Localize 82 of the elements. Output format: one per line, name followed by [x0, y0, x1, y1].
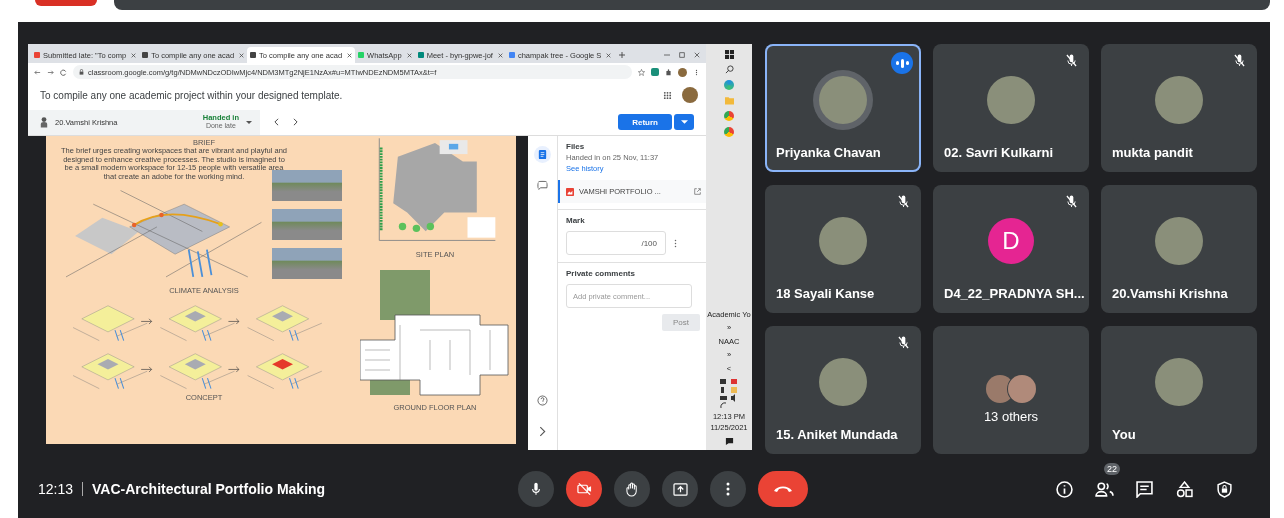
document-icon[interactable] [534, 146, 551, 163]
avatar-photo-placeholder [1155, 75, 1203, 124]
close-icon[interactable] [406, 52, 412, 58]
avatar-photo-placeholder [1155, 216, 1203, 265]
extension-icon[interactable] [651, 68, 659, 76]
participant-name: 15. Aniket Mundada [775, 427, 899, 444]
phone-icon [773, 484, 793, 494]
close-icon[interactable] [239, 52, 245, 58]
next-icon[interactable] [293, 118, 298, 126]
meeting-time: 12:13 [38, 481, 74, 497]
present-screen-icon [672, 482, 688, 496]
meeting-title: VAC-Architectural Portfolio Making [92, 481, 326, 497]
participant-name: 02. Savri Kulkarni [943, 145, 1055, 162]
close-icon[interactable] [131, 52, 137, 58]
caret-icon [680, 120, 688, 124]
profile-avatar[interactable] [682, 87, 698, 103]
star-icon[interactable] [638, 68, 645, 76]
maximize-icon[interactable] [679, 52, 685, 58]
hangup-button[interactable] [758, 471, 808, 507]
external-link-icon[interactable] [694, 188, 701, 195]
tab-favicon-icon [508, 52, 515, 58]
camera-button[interactable] [566, 471, 602, 507]
back-icon[interactable] [34, 68, 41, 76]
notification-icon[interactable] [724, 437, 734, 446]
participant-name: 18 Sayali Kanse [775, 286, 876, 303]
caret-icon [246, 120, 252, 124]
browser-app-icon[interactable] [724, 80, 734, 90]
participant-name: 13 others [983, 408, 1039, 424]
forward-icon[interactable] [47, 68, 54, 76]
participant-name: D4_22_PRADNYA SH... [943, 286, 1086, 303]
image-file-icon [566, 187, 574, 196]
hand-button[interactable] [614, 471, 650, 507]
participant-name: You [1111, 427, 1137, 444]
participant-name: Priyanka Chavan [775, 145, 882, 162]
avatar-photo-placeholder [1008, 374, 1036, 403]
files-heading: Files [566, 142, 586, 151]
render-photo [272, 169, 342, 201]
menu-icon[interactable] [693, 68, 700, 76]
search-icon[interactable] [724, 65, 734, 74]
previous-icon[interactable] [274, 118, 279, 126]
close-icon[interactable] [694, 52, 700, 58]
render-photo [272, 208, 342, 240]
tab-favicon-icon [34, 52, 40, 58]
mark-label: Mark [566, 216, 586, 225]
hand-icon [625, 481, 639, 497]
system-tray-icons-drawing [719, 378, 739, 410]
avatar-initial: D [988, 217, 1034, 264]
present-button[interactable] [662, 471, 698, 507]
close-icon[interactable] [347, 52, 353, 58]
camera-off-icon [576, 483, 592, 495]
apps-grid-icon[interactable] [663, 90, 672, 100]
mic-icon [531, 482, 541, 496]
tab-favicon-icon [417, 52, 424, 58]
windows-logo-icon[interactable] [724, 50, 734, 59]
avatar-photo-placeholder [819, 216, 867, 265]
lock-icon [79, 69, 84, 75]
person-icon [40, 116, 48, 128]
avatar-photo-placeholder [819, 357, 867, 406]
tab-favicon-icon [142, 52, 149, 58]
close-icon[interactable] [606, 52, 612, 58]
mark-field[interactable]: /100 [566, 231, 666, 255]
more-button[interactable] [710, 471, 746, 507]
participant-name: mukta pandit [1111, 145, 1194, 162]
more-icon [726, 482, 730, 496]
avatar-photo-placeholder [987, 75, 1035, 124]
speaking-indicator-icon [891, 52, 913, 74]
reload-icon[interactable] [60, 68, 67, 76]
puzzle-icon[interactable] [665, 68, 672, 76]
return-button[interactable]: Return [618, 114, 672, 130]
comments-heading: Private comments [566, 269, 636, 278]
tab-favicon-icon [358, 52, 365, 58]
tab-favicon-icon [250, 52, 257, 58]
new-tab-icon[interactable] [619, 52, 626, 58]
mic-button[interactable] [518, 471, 554, 507]
assignment-title: To compile any one academic project within your designed template. [40, 89, 344, 101]
render-photo [272, 247, 342, 279]
return-options-button[interactable] [674, 114, 694, 130]
close-icon[interactable] [497, 52, 503, 58]
avatar-photo-placeholder [1155, 357, 1203, 406]
profile-avatar[interactable] [678, 67, 687, 77]
participant-count: 22 [1104, 463, 1120, 475]
participant-name: 20.Vamshi Krishna [1111, 286, 1229, 303]
